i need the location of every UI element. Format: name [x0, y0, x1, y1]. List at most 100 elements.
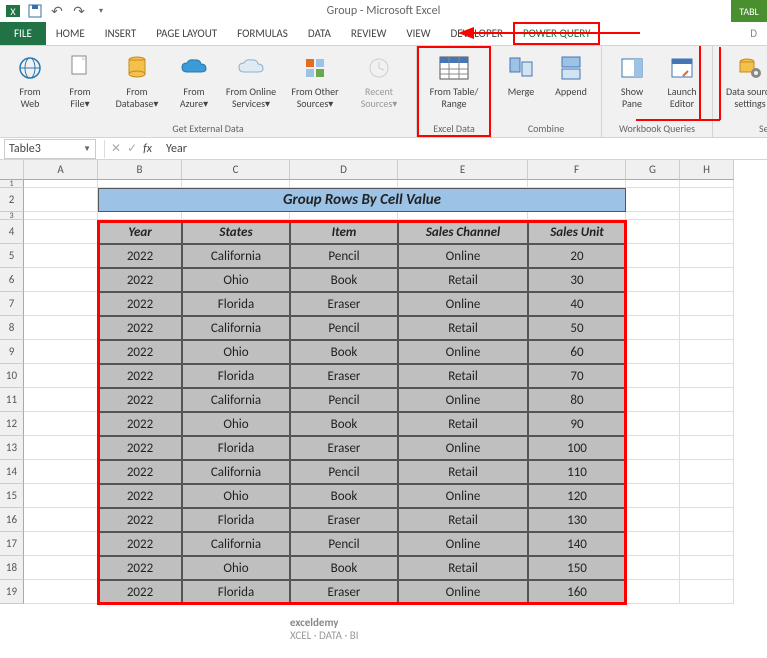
table-cell[interactable]: 70: [528, 364, 626, 388]
row-header[interactable]: 7: [0, 292, 24, 316]
table-cell[interactable]: Ohio: [182, 412, 290, 436]
cell[interactable]: [680, 412, 734, 436]
table-cell[interactable]: Eraser: [290, 580, 398, 604]
table-cell[interactable]: Online: [398, 436, 528, 460]
table-cell[interactable]: Ohio: [182, 268, 290, 292]
cell[interactable]: [680, 532, 734, 556]
cell[interactable]: [626, 268, 680, 292]
row-header[interactable]: 4: [0, 220, 24, 244]
cell[interactable]: [24, 212, 98, 220]
table-cell[interactable]: 2022: [98, 580, 182, 604]
cell[interactable]: [528, 212, 626, 220]
cell[interactable]: [680, 340, 734, 364]
table-cell[interactable]: Pencil: [290, 532, 398, 556]
cell[interactable]: [680, 580, 734, 604]
table-cell[interactable]: 140: [528, 532, 626, 556]
table-cell[interactable]: Pencil: [290, 244, 398, 268]
cell[interactable]: [680, 220, 734, 244]
table-cell[interactable]: Florida: [182, 580, 290, 604]
cell[interactable]: [24, 580, 98, 604]
table-cell[interactable]: Eraser: [290, 292, 398, 316]
table-cell[interactable]: 80: [528, 388, 626, 412]
table-cell[interactable]: Online: [398, 292, 528, 316]
table-cell[interactable]: Online: [398, 484, 528, 508]
cell[interactable]: [290, 212, 398, 220]
cell[interactable]: [680, 508, 734, 532]
row-header[interactable]: 19: [0, 580, 24, 604]
table-cell[interactable]: Retail: [398, 364, 528, 388]
cell[interactable]: [24, 508, 98, 532]
row-header[interactable]: 15: [0, 484, 24, 508]
table-cell[interactable]: 2022: [98, 556, 182, 580]
table-cell[interactable]: Book: [290, 484, 398, 508]
cell[interactable]: [626, 364, 680, 388]
row-header[interactable]: 10: [0, 364, 24, 388]
cell[interactable]: [680, 460, 734, 484]
cell[interactable]: [626, 412, 680, 436]
table-cell[interactable]: Online: [398, 388, 528, 412]
table-cell[interactable]: 30: [528, 268, 626, 292]
table-cell[interactable]: 2022: [98, 412, 182, 436]
row-header[interactable]: 13: [0, 436, 24, 460]
table-cell[interactable]: California: [182, 532, 290, 556]
table-cell[interactable]: Book: [290, 412, 398, 436]
cell[interactable]: [24, 292, 98, 316]
cell[interactable]: [24, 220, 98, 244]
cell[interactable]: [24, 412, 98, 436]
table-cell[interactable]: Book: [290, 340, 398, 364]
table-cell[interactable]: Ohio: [182, 340, 290, 364]
table-cell[interactable]: Eraser: [290, 508, 398, 532]
table-cell[interactable]: Retail: [398, 556, 528, 580]
cell[interactable]: [680, 316, 734, 340]
cell[interactable]: [24, 364, 98, 388]
cell[interactable]: [24, 244, 98, 268]
row-header[interactable]: 8: [0, 316, 24, 340]
row-header[interactable]: 5: [0, 244, 24, 268]
row-header[interactable]: 12: [0, 412, 24, 436]
table-cell[interactable]: 2022: [98, 292, 182, 316]
row-header[interactable]: 17: [0, 532, 24, 556]
table-cell[interactable]: 160: [528, 580, 626, 604]
cell[interactable]: [626, 508, 680, 532]
row-header[interactable]: 16: [0, 508, 24, 532]
table-cell[interactable]: Eraser: [290, 364, 398, 388]
row-header[interactable]: 14: [0, 460, 24, 484]
cell[interactable]: [24, 316, 98, 340]
cell[interactable]: [626, 460, 680, 484]
table-cell[interactable]: Ohio: [182, 556, 290, 580]
table-cell[interactable]: Book: [290, 556, 398, 580]
table-cell[interactable]: 2022: [98, 364, 182, 388]
cell[interactable]: [398, 212, 528, 220]
table-cell[interactable]: Retail: [398, 412, 528, 436]
cell[interactable]: [626, 532, 680, 556]
worksheet-grid[interactable]: A B C D E F G H 1 2 Group Rows By Cell V…: [0, 160, 767, 604]
table-cell[interactable]: Eraser: [290, 436, 398, 460]
table-cell[interactable]: 2022: [98, 388, 182, 412]
cell[interactable]: [24, 556, 98, 580]
cell[interactable]: [680, 388, 734, 412]
table-cell[interactable]: Florida: [182, 292, 290, 316]
table-header[interactable]: Year: [98, 220, 182, 244]
table-cell[interactable]: 2022: [98, 532, 182, 556]
table-cell[interactable]: Book: [290, 268, 398, 292]
cell[interactable]: [626, 388, 680, 412]
table-cell[interactable]: Florida: [182, 364, 290, 388]
row-header[interactable]: 18: [0, 556, 24, 580]
cell[interactable]: [24, 268, 98, 292]
table-cell[interactable]: 110: [528, 460, 626, 484]
table-cell[interactable]: 2022: [98, 340, 182, 364]
cell[interactable]: [626, 580, 680, 604]
cell[interactable]: [24, 436, 98, 460]
cell[interactable]: [680, 212, 734, 220]
table-cell[interactable]: Online: [398, 244, 528, 268]
table-cell[interactable]: 50: [528, 316, 626, 340]
cell[interactable]: [98, 212, 182, 220]
table-cell[interactable]: California: [182, 316, 290, 340]
table-cell[interactable]: Online: [398, 532, 528, 556]
cell[interactable]: [680, 484, 734, 508]
cell[interactable]: [626, 436, 680, 460]
table-cell[interactable]: 120: [528, 484, 626, 508]
cell[interactable]: [626, 292, 680, 316]
table-cell[interactable]: Retail: [398, 268, 528, 292]
table-cell[interactable]: 150: [528, 556, 626, 580]
